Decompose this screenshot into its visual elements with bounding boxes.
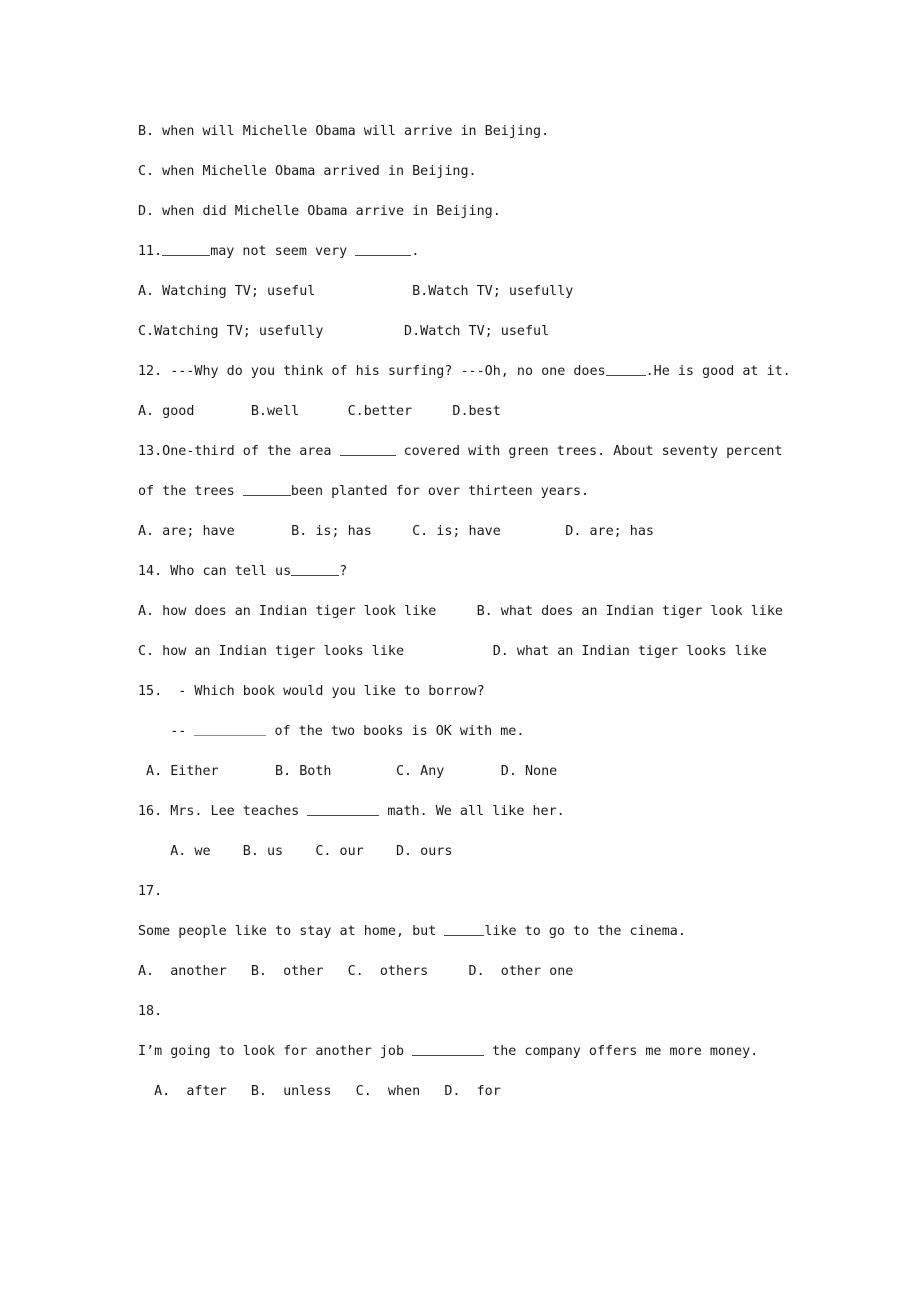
answer-blank-q15[interactable] xyxy=(194,723,267,737)
question-16-stem-pre: 16. Mrs. Lee teaches xyxy=(138,804,308,819)
question-11-number: 11. xyxy=(138,244,163,259)
question-17-stem-pre: Some people like to stay at home, but xyxy=(138,924,445,939)
question-15-options: A. Either B. Both C. Any D. None xyxy=(138,764,558,779)
question-11-options-row-2: C.Watching TV; usefully D.Watch TV; usef… xyxy=(138,324,550,339)
question-10-option-d: D. when did Michelle Obama arrive in Bei… xyxy=(138,204,501,219)
answer-blank-q13-1[interactable] xyxy=(339,443,396,457)
question-13-stem-line2-post: been planted for over thirteen years. xyxy=(290,484,590,499)
question-13-stem-mid: covered with green trees. About seventy … xyxy=(395,444,783,459)
question-13-stem-line2-pre: of the trees xyxy=(138,484,243,499)
question-16-stem-post: math. We all like her. xyxy=(379,804,565,819)
question-11-stem: 11. may not seem very . xyxy=(138,232,783,272)
question-17-number: 17. xyxy=(138,884,163,899)
question-16-stem: 16. Mrs. Lee teaches math. We all like h… xyxy=(138,792,783,832)
question-13-options: A. are; have B. is; has C. is; have D. a… xyxy=(138,524,654,539)
question-11-stem-end: . xyxy=(411,244,420,259)
question-13-stem-pre: 13.One-third of the area xyxy=(138,444,340,459)
question-16-options: A. we B. us C. our D. ours xyxy=(138,844,453,859)
question-14-stem-post: ? xyxy=(339,564,348,579)
question-18-options: A. after B. unless C. when D. for xyxy=(138,1084,501,1099)
document-body: B. when will Michelle Obama will arrive … xyxy=(138,112,791,1112)
question-15-stem-line2-pre: -- xyxy=(138,724,195,739)
question-11-stem-text: may not seem very xyxy=(210,244,356,259)
question-14-stem-pre: 14. Who can tell us xyxy=(138,564,292,579)
question-17-stem-post: like to go to the cinema. xyxy=(484,924,686,939)
answer-blank-q12[interactable] xyxy=(605,363,646,377)
question-12-options: A. good B.well C.better D.best xyxy=(138,404,501,419)
question-14-options-row-2: C. how an Indian tiger looks like D. wha… xyxy=(138,644,767,659)
question-12-stem-post: .He is good at it. xyxy=(645,364,791,379)
question-15-stem-line-2: -- of the two books is OK with me. xyxy=(138,712,783,752)
question-18-stem-post: the company offers me more money. xyxy=(484,1044,759,1059)
question-14-stem: 14. Who can tell us? xyxy=(138,552,783,592)
answer-blank-q11-1[interactable] xyxy=(162,243,211,257)
document-page: B. when will Michelle Obama will arrive … xyxy=(0,0,920,1302)
answer-blank-q14[interactable] xyxy=(291,563,340,577)
answer-blank-q17[interactable] xyxy=(444,923,485,937)
question-14-options-row-1: A. how does an Indian tiger look like B.… xyxy=(138,604,783,619)
answer-blank-q11-2[interactable] xyxy=(355,243,412,257)
question-13-stem-line-2: of the trees been planted for over thirt… xyxy=(138,472,783,512)
question-12-stem: 12. ---Why do you think of his surfing? … xyxy=(138,352,791,392)
question-18-stem: I’m going to look for another job the co… xyxy=(138,1032,783,1072)
answer-blank-q13-2[interactable] xyxy=(242,483,291,497)
question-15-stem-line2-post: of the two books is OK with me. xyxy=(266,724,525,739)
question-11-options-row-1: A. Watching TV; useful B.Watch TV; usefu… xyxy=(138,284,574,299)
answer-blank-q16[interactable] xyxy=(307,803,380,817)
question-17-stem: Some people like to stay at home, but li… xyxy=(138,912,783,952)
answer-blank-q18[interactable] xyxy=(412,1043,485,1057)
question-18-stem-pre: I’m going to look for another job xyxy=(138,1044,413,1059)
question-17-options: A. another B. other C. others D. other o… xyxy=(138,964,574,979)
question-10-option-b: B. when will Michelle Obama will arrive … xyxy=(138,124,550,139)
question-13-stem-line-1: 13.One-third of the area covered with gr… xyxy=(138,432,783,472)
question-18-number: 18. xyxy=(138,1004,163,1019)
question-10-option-c: C. when Michelle Obama arrived in Beijin… xyxy=(138,164,477,179)
question-15-stem-line-1: 15. - Which book would you like to borro… xyxy=(138,684,485,699)
question-12-stem-pre: 12. ---Why do you think of his surfing? … xyxy=(138,364,606,379)
